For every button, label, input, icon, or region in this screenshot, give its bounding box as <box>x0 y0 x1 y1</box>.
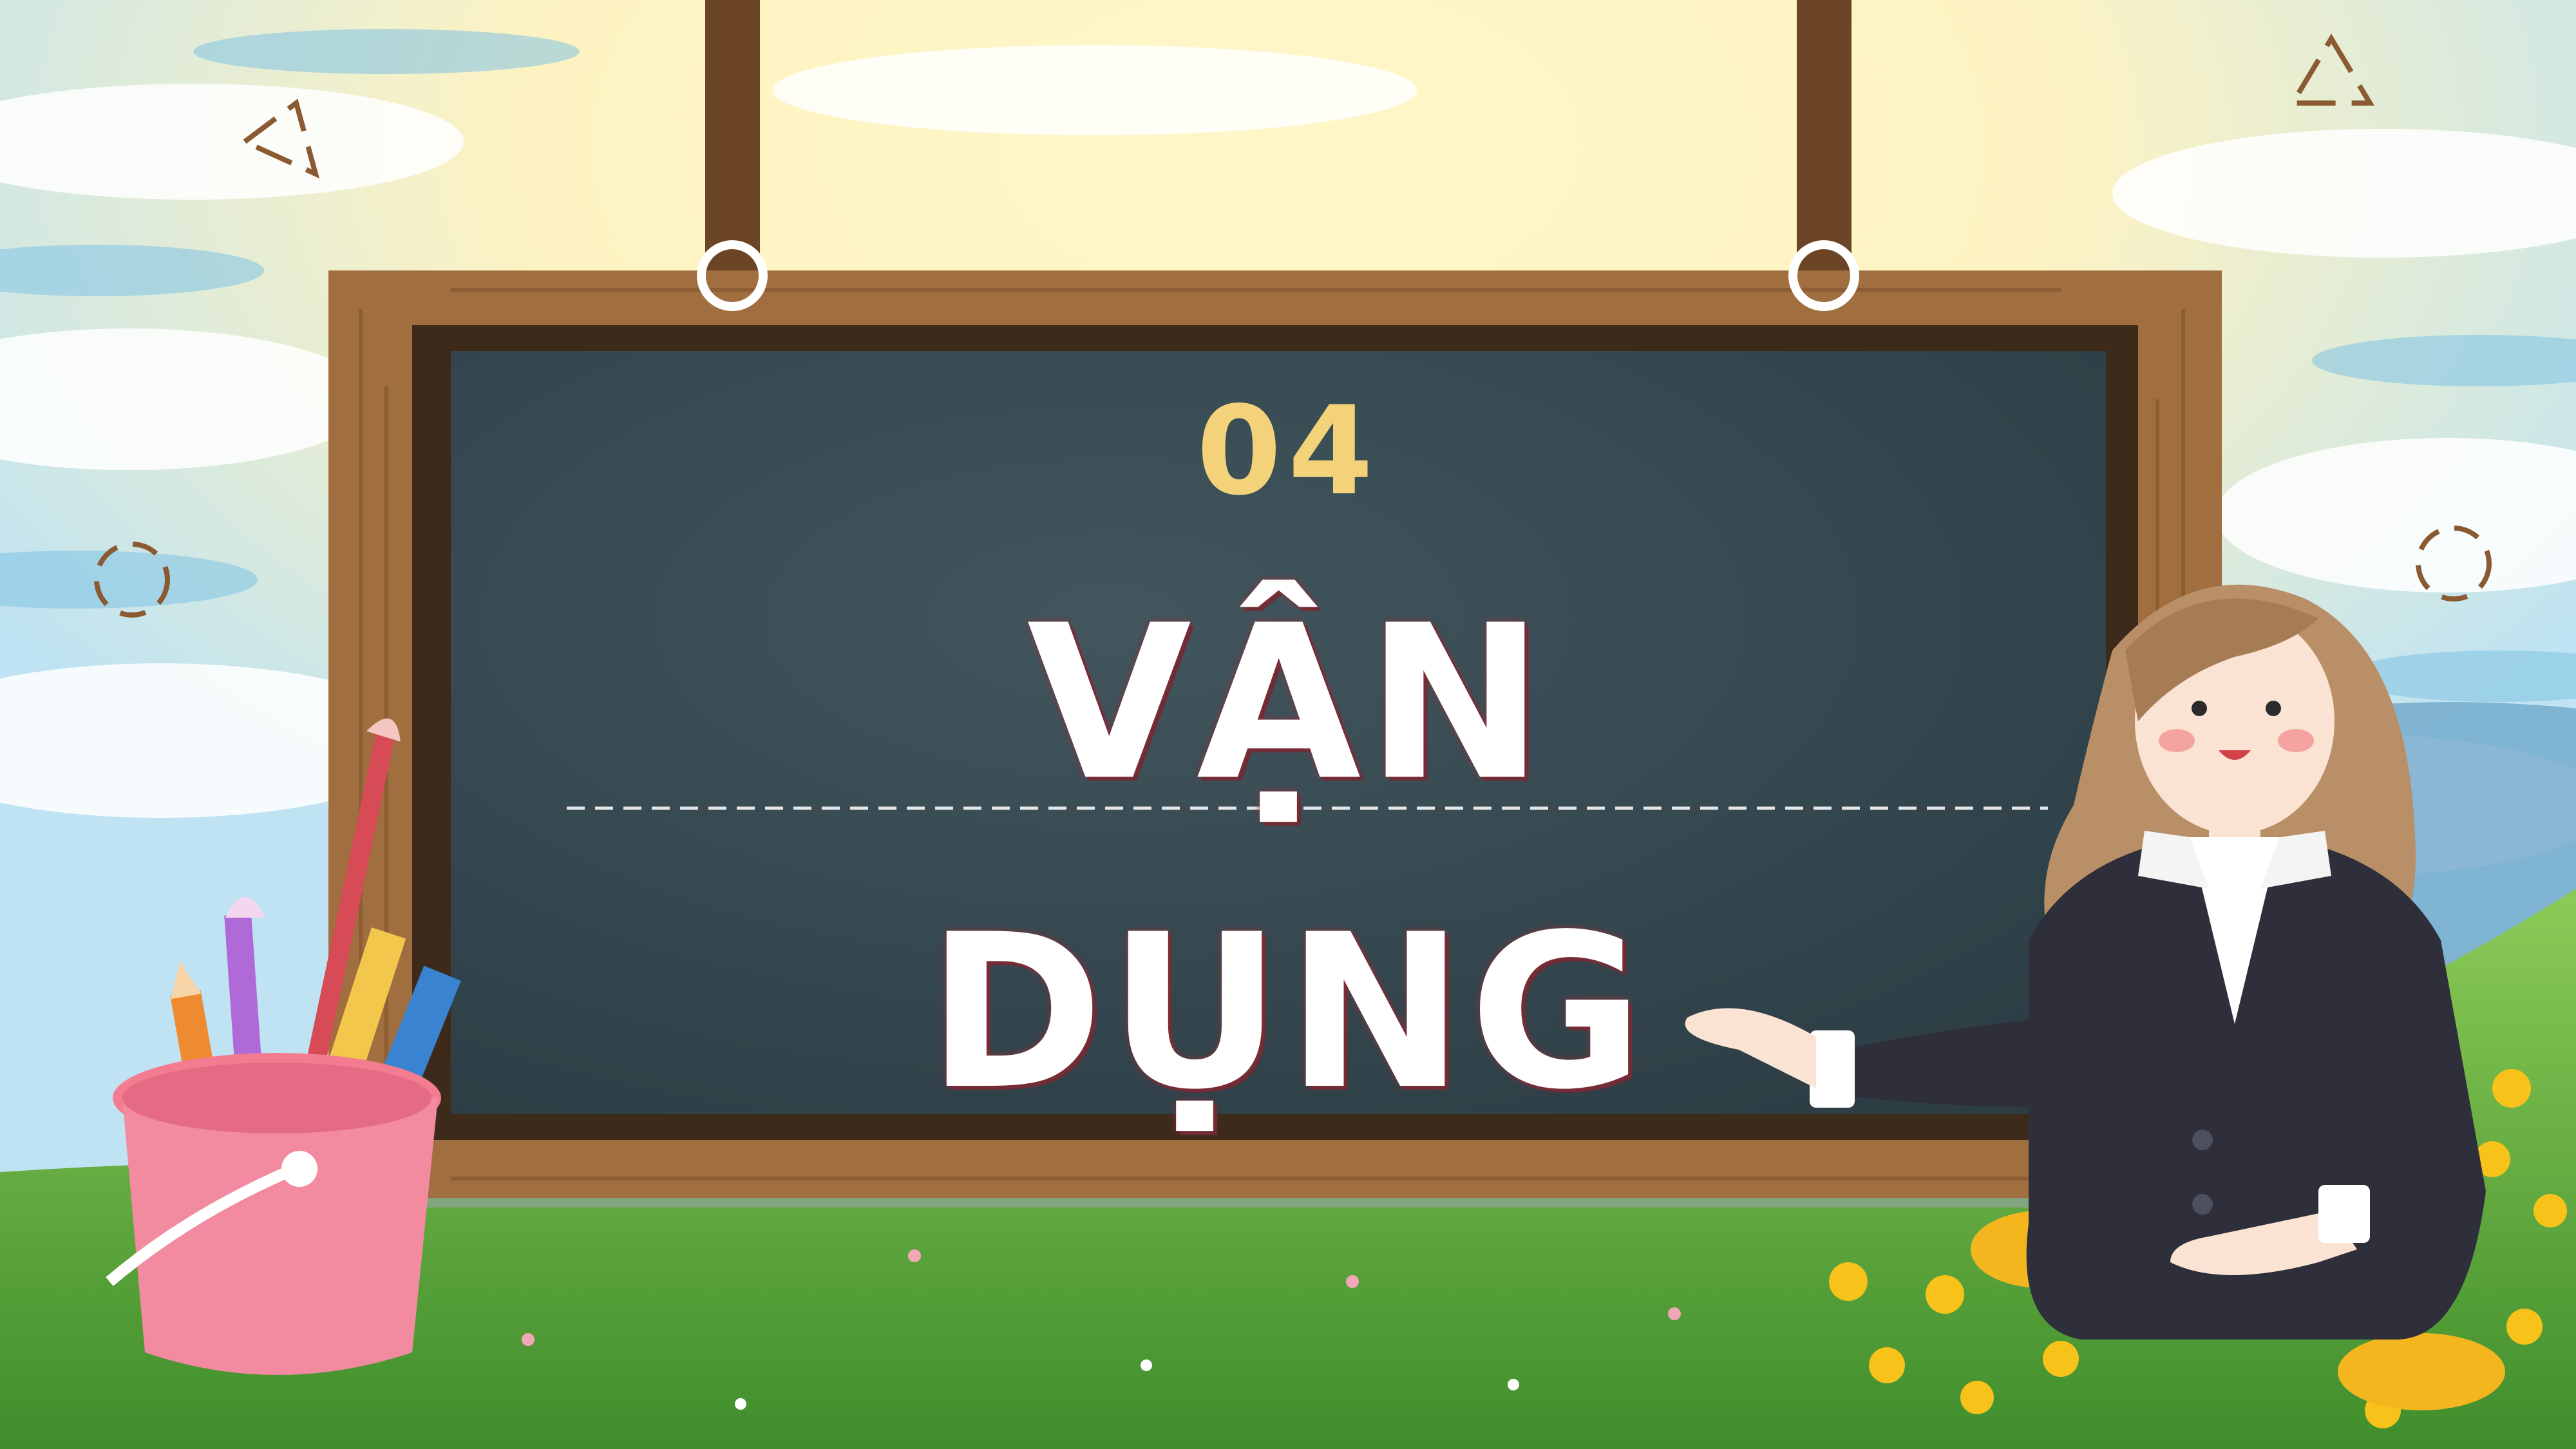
section-number: 04 <box>1196 380 1380 522</box>
slide-title-line-2: DỤNG <box>927 889 1649 1136</box>
slide-title-line-1: VẬN <box>1027 580 1549 827</box>
